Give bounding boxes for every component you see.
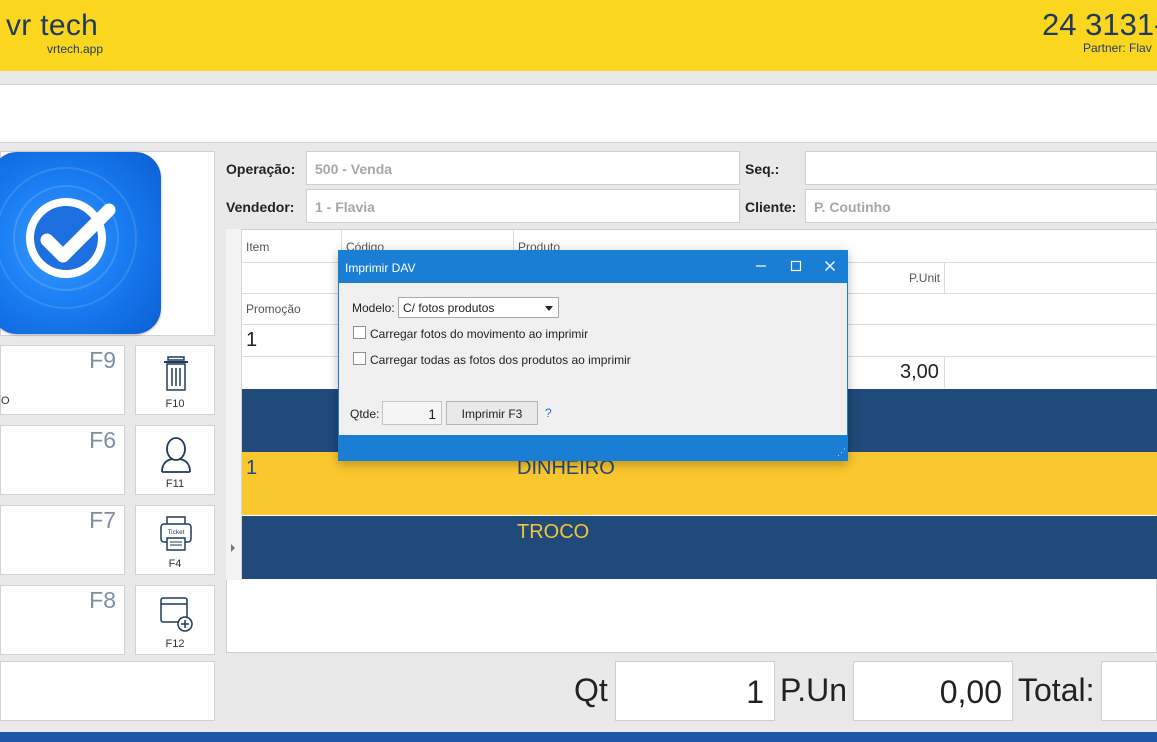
checkmark-app-icon: [0, 152, 161, 334]
modelo-select[interactable]: C/ fotos produtos: [398, 297, 559, 318]
grid-row-selector: [226, 229, 242, 580]
ticket-icon-text: Ticket: [167, 529, 184, 536]
cliente-field[interactable]: P. Coutinho: [805, 189, 1157, 223]
partner-label: Partner: Flav: [1083, 41, 1152, 55]
dialog-footer: ⋰: [339, 435, 847, 460]
total-field[interactable]: [1101, 661, 1157, 721]
payment-row-item: 1: [246, 457, 258, 479]
ticket-printer-icon: Ticket: [160, 516, 192, 551]
delete-button-f10[interactable]: F10: [135, 345, 215, 415]
shortcut-key: F4: [168, 558, 182, 570]
cliente-label: Cliente:: [745, 199, 797, 215]
row-pointer-icon: [231, 544, 235, 552]
grid-divider: [944, 262, 945, 294]
unit-price-field[interactable]: 0,00: [853, 661, 1013, 721]
change-label: TROCO: [517, 521, 590, 543]
qt-field[interactable]: 1: [615, 661, 775, 721]
shortcut-key: F10: [165, 398, 185, 410]
fkey-caption: O: [1, 395, 10, 407]
close-button[interactable]: [815, 255, 845, 279]
function-key-f8[interactable]: F8: [0, 585, 125, 655]
load-all-photos-checkbox[interactable]: [353, 352, 366, 365]
function-key-f6[interactable]: F6: [0, 425, 125, 495]
column-header-promocao[interactable]: Promoção: [246, 302, 301, 316]
user-icon: [161, 437, 191, 473]
contact-phone: 24 3131-: [1042, 7, 1157, 42]
column-header-item[interactable]: Item: [246, 240, 269, 254]
modelo-label: Modelo:: [352, 301, 395, 315]
shortcut-key: F11: [165, 478, 185, 490]
logo-panel: [0, 151, 215, 336]
trash-icon: [164, 356, 188, 391]
row-item-number: 1: [246, 329, 258, 351]
load-movement-photos-checkbox[interactable]: [353, 326, 366, 339]
left-bottom-panel: [0, 661, 215, 721]
brand-url: vrtech.app: [47, 42, 104, 56]
maximize-button[interactable]: [781, 255, 811, 279]
load-all-photos-label: Carregar todas as fotos dos produtos ao …: [370, 353, 631, 367]
print-button[interactable]: Imprimir F3: [446, 401, 538, 425]
row-unit-price: 3,00: [900, 361, 939, 383]
header-bar: vr tech vrtech.app 24 3131- Partner: Fla…: [0, 0, 1157, 71]
minimize-button[interactable]: [746, 255, 776, 279]
seq-label: Seq.:: [745, 161, 780, 177]
dialog-titlebar[interactable]: Imprimir DAV: [339, 251, 847, 283]
brand-name: vr tech: [6, 9, 99, 42]
fkey-label: F6: [89, 427, 116, 453]
client-button-f11[interactable]: F11: [135, 425, 215, 495]
grid-divider: [944, 356, 945, 388]
fkey-label: F9: [89, 347, 116, 373]
qtde-label: Qtde:: [350, 407, 380, 421]
unit-price-label: P.Un: [780, 672, 848, 708]
status-bar: [0, 732, 1157, 742]
load-movement-photos-label: Carregar fotos do movimento ao imprimir: [370, 327, 589, 341]
ticket-button-f4[interactable]: Ticket F4: [135, 505, 215, 575]
vendedor-label: Vendedor:: [226, 199, 295, 215]
chevron-down-icon: [545, 306, 553, 311]
qtde-input[interactable]: 1: [382, 401, 442, 425]
payment-row-troco[interactable]: TROCO: [242, 516, 1157, 579]
payment-row-dinheiro[interactable]: 1 DINHEIRO: [242, 452, 1157, 515]
qt-label: Qt: [574, 672, 608, 708]
shortcut-key: F12: [165, 638, 185, 650]
maximize-icon: [790, 260, 802, 272]
help-link[interactable]: ?: [545, 406, 552, 420]
minimize-icon: [756, 265, 766, 267]
function-key-f7[interactable]: F7: [0, 505, 125, 575]
info-bar: [0, 84, 1157, 143]
seq-field[interactable]: [805, 151, 1157, 185]
operacao-label: Operação:: [226, 161, 296, 177]
function-key-f9[interactable]: F9 O: [0, 345, 125, 415]
fkey-label: F8: [89, 587, 116, 613]
modelo-selected-value: C/ fotos produtos: [403, 301, 495, 315]
column-header-punit[interactable]: P.Unit: [909, 271, 940, 285]
new-window-button-f12[interactable]: F12: [135, 585, 215, 655]
print-dav-dialog[interactable]: Imprimir DAV Modelo: C/ fotos produtos C…: [338, 250, 848, 461]
fkey-label: F7: [89, 507, 116, 533]
add-window-icon: [160, 597, 193, 632]
resize-grip-icon[interactable]: ⋰: [837, 447, 846, 458]
operacao-field[interactable]: 500 - Venda: [306, 151, 740, 185]
dialog-title: Imprimir DAV: [345, 261, 416, 275]
vendedor-field[interactable]: 1 - Flavia: [306, 189, 740, 223]
close-icon: [825, 261, 835, 271]
total-label: Total:: [1018, 672, 1095, 708]
